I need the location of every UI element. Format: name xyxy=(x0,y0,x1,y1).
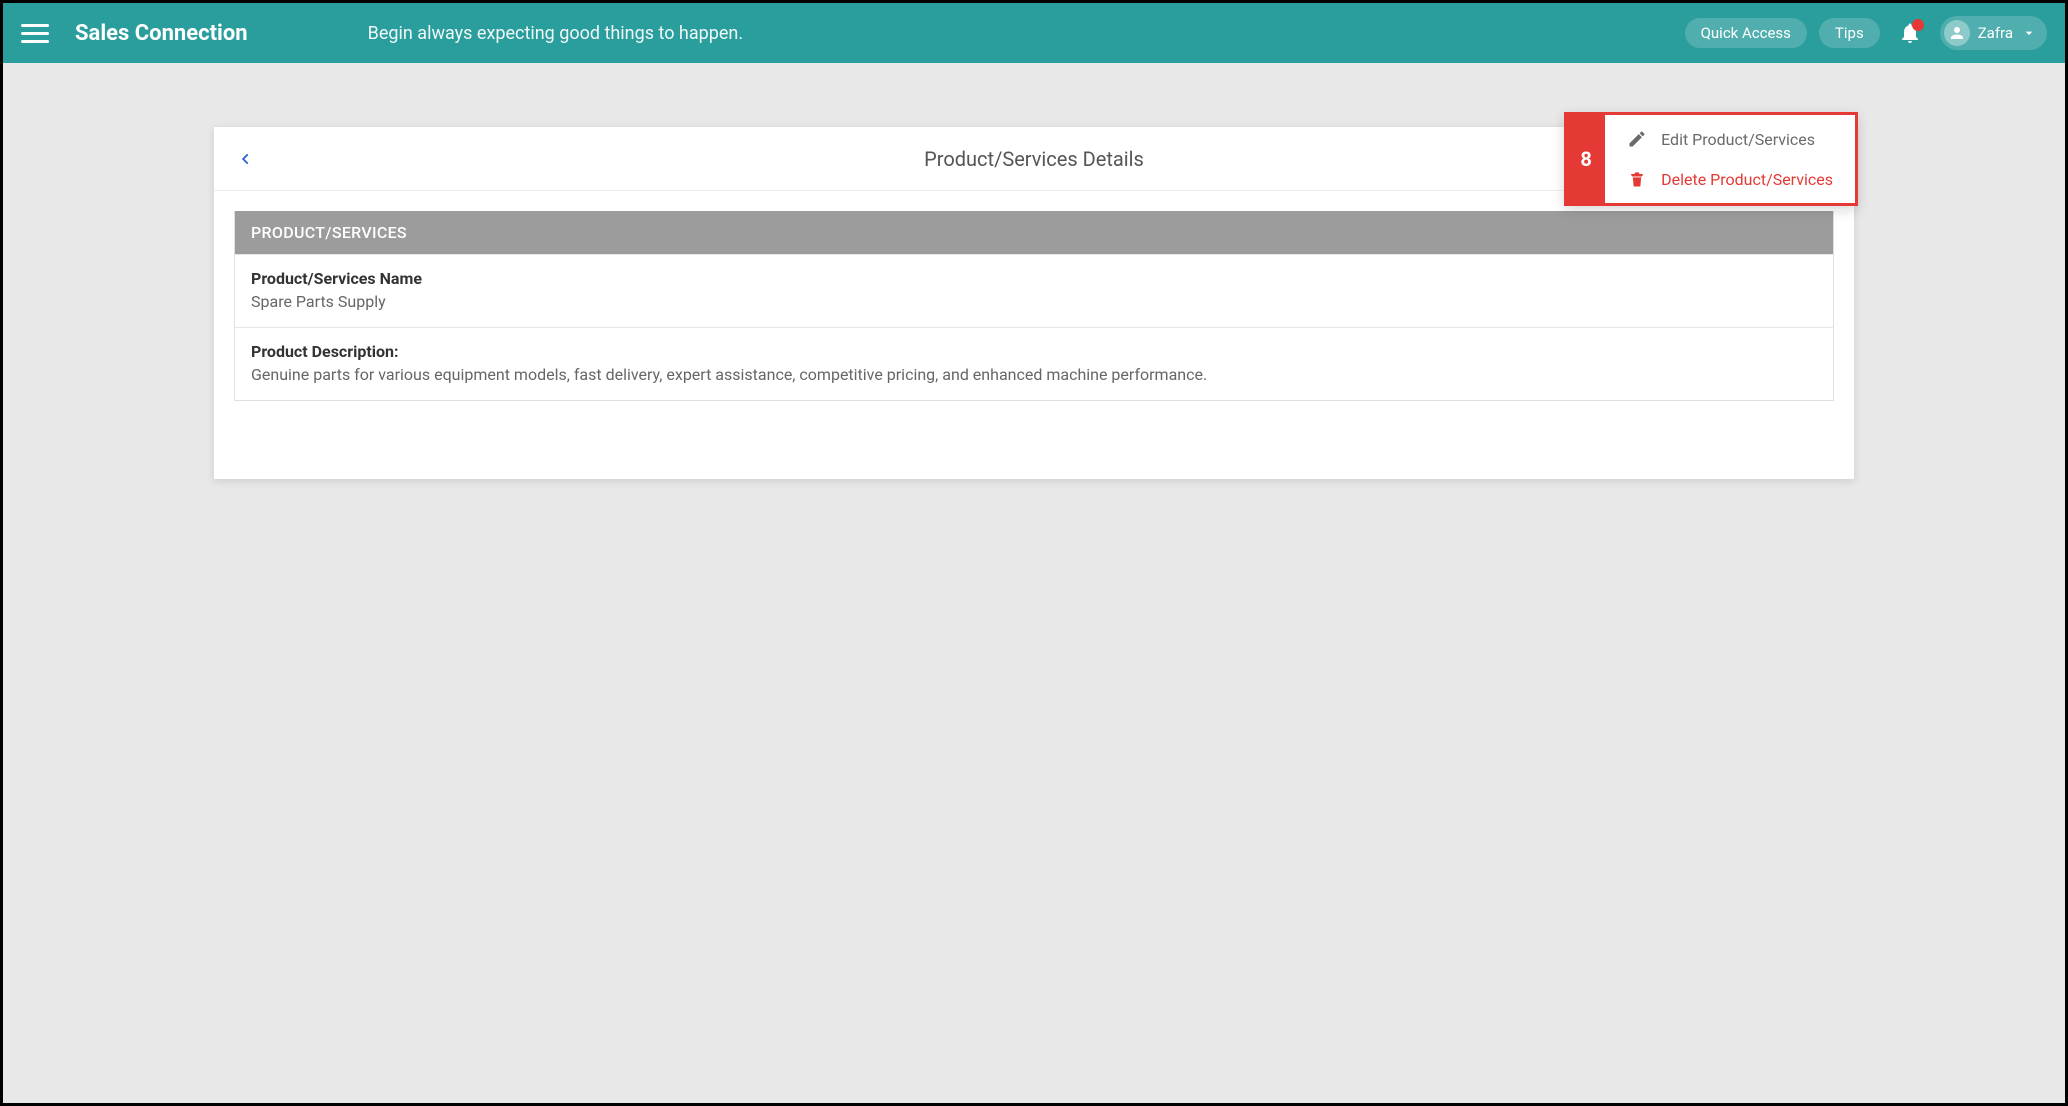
trash-icon xyxy=(1627,169,1647,189)
topbar: Sales Connection Begin always expecting … xyxy=(3,3,2065,63)
delete-label: Delete Product/Services xyxy=(1661,170,1833,189)
field-name: Product/Services Name Spare Parts Supply xyxy=(235,254,1833,327)
context-menu-annotation: 8 Edit Product/Services Delete Product/S… xyxy=(1564,112,1858,206)
page-title: Product/Services Details xyxy=(924,147,1144,171)
pencil-icon xyxy=(1627,129,1647,149)
field-name-value: Spare Parts Supply xyxy=(251,292,1817,311)
banner-message: Begin always expecting good things to ha… xyxy=(368,23,743,44)
chevron-down-icon xyxy=(2021,25,2037,41)
edit-product-button[interactable]: Edit Product/Services xyxy=(1605,119,1855,159)
user-name-label: Zafra xyxy=(1978,24,2013,42)
edit-label: Edit Product/Services xyxy=(1661,130,1815,149)
field-desc-value: Genuine parts for various equipment mode… xyxy=(251,365,1817,384)
chevron-left-icon xyxy=(239,148,253,170)
back-button[interactable] xyxy=(234,147,258,171)
field-description: Product Description: Genuine parts for v… xyxy=(235,327,1833,400)
annotation-badge: 8 xyxy=(1567,115,1605,203)
avatar-icon xyxy=(1944,20,1970,46)
notification-dot-icon xyxy=(1912,19,1924,31)
context-menu: Edit Product/Services Delete Product/Ser… xyxy=(1605,115,1855,203)
menu-icon[interactable] xyxy=(21,19,49,47)
notifications-button[interactable] xyxy=(1898,21,1922,45)
quick-access-button[interactable]: Quick Access xyxy=(1685,18,1807,48)
delete-product-button[interactable]: Delete Product/Services xyxy=(1605,159,1855,199)
field-desc-label: Product Description: xyxy=(251,342,1817,361)
product-section: PRODUCT/SERVICES Product/Services Name S… xyxy=(234,211,1834,401)
topbar-right: Quick Access Tips Zafra xyxy=(1685,16,2047,50)
user-menu-button[interactable]: Zafra xyxy=(1940,16,2047,50)
tips-button[interactable]: Tips xyxy=(1819,18,1880,48)
field-name-label: Product/Services Name xyxy=(251,269,1817,288)
brand-title: Sales Connection xyxy=(75,21,248,46)
section-header: PRODUCT/SERVICES xyxy=(235,211,1833,254)
